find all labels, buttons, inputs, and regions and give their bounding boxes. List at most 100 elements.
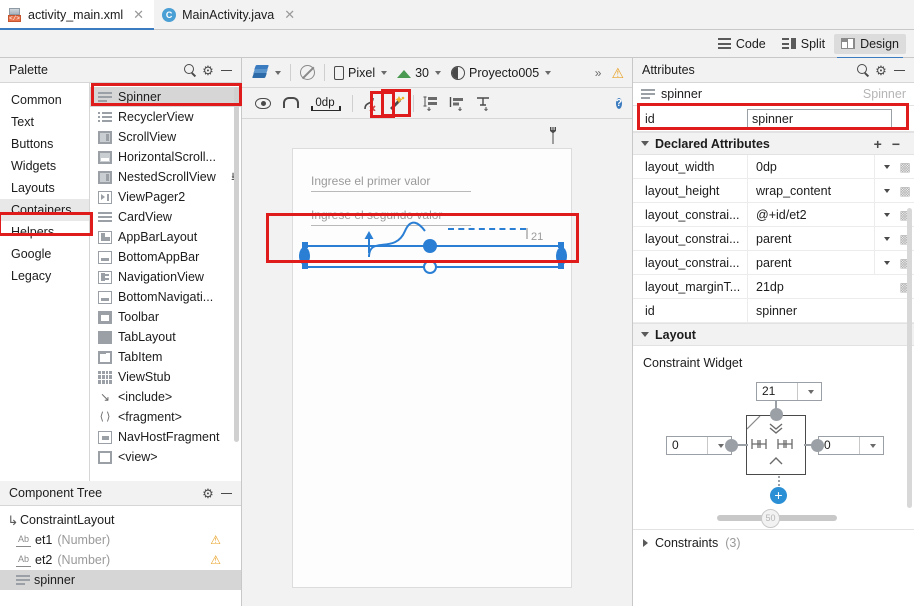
margin-right-value[interactable]: 0: [819, 437, 859, 454]
constraint-anchor-top-handle[interactable]: [769, 408, 783, 421]
palette-item-viewstub[interactable]: ViewStub: [90, 367, 241, 387]
dropdown-button[interactable]: [874, 251, 896, 274]
mode-design-button[interactable]: Design: [834, 33, 906, 59]
tree-item-spinner[interactable]: spinner: [0, 570, 241, 590]
tab-mainactivity-java[interactable]: C MainActivity.java ✕: [154, 0, 305, 29]
palette-search-button[interactable]: [181, 61, 199, 79]
palette-item-tabitem[interactable]: TabItem: [90, 347, 241, 367]
tree-item-et2[interactable]: Ab et2 (Number) ⚠: [0, 550, 241, 570]
constraint-anchor-right[interactable]: [556, 247, 567, 265]
dropdown-button[interactable]: [874, 203, 896, 226]
component-tree-settings-button[interactable]: ⚙: [199, 484, 217, 502]
palette-item-navigationview[interactable]: NavigationView: [90, 267, 241, 287]
palette-item-nestedscrollview[interactable]: NestedScrollView ⭳: [90, 167, 241, 187]
design-canvas[interactable]: Ingrese el primer valor Ingrese el segun…: [242, 119, 632, 606]
mode-split-button[interactable]: Split: [775, 34, 832, 54]
palette-item-bottomappbar[interactable]: BottomAppBar: [90, 247, 241, 267]
height-wrap-content-icon-top[interactable]: [769, 422, 783, 434]
tab-activity-main-xml[interactable]: </> activity_main.xml ✕: [0, 0, 155, 30]
clear-constraints-button[interactable]: [357, 91, 383, 115]
blueprint-toggle-button[interactable]: [295, 63, 320, 82]
close-icon[interactable]: ✕: [133, 8, 144, 21]
attributes-scrollbar[interactable]: [907, 208, 912, 508]
palette-category-containers[interactable]: Containers: [0, 199, 89, 221]
component-tree-minimize-button[interactable]: [217, 484, 235, 502]
attribute-row-layout-constraint-3[interactable]: layout_constrai... parent ▩: [633, 251, 914, 275]
default-margin-button[interactable]: 0dp: [302, 91, 348, 115]
palette-item-bottomnavigationview[interactable]: BottomNavigati...: [90, 287, 241, 307]
palette-category-text[interactable]: Text: [0, 111, 89, 133]
tree-item-et1[interactable]: Ab et1 (Number) ⚠: [0, 530, 241, 550]
palette-category-widgets[interactable]: Widgets: [0, 155, 89, 177]
constraint-anchor-right-handle[interactable]: [811, 438, 824, 452]
device-selector[interactable]: Pixel: [329, 64, 392, 82]
constraint-anchor-left[interactable]: [299, 247, 310, 265]
palette-scrollbar[interactable]: [234, 87, 239, 442]
autoconnect-button[interactable]: [276, 91, 302, 115]
design-tools-button[interactable]: [547, 127, 559, 147]
resource-picker-icon[interactable]: ▩: [896, 184, 914, 198]
layout-section-header[interactable]: Layout: [633, 323, 914, 346]
palette-category-google[interactable]: Google: [0, 243, 89, 265]
attribute-row-layout-height[interactable]: layout_height wrap_content ▩: [633, 179, 914, 203]
render-mode-button[interactable]: [248, 63, 286, 82]
dropdown-button[interactable]: [874, 227, 896, 250]
palette-item-recyclerview[interactable]: RecyclerView: [90, 107, 241, 127]
palette-item-appbarlayout[interactable]: AppBarLayout: [90, 227, 241, 247]
attribute-row-layout-margintop[interactable]: layout_marginT... 21dp ▩: [633, 275, 914, 299]
dropdown-button[interactable]: [874, 179, 896, 202]
remove-attribute-button[interactable]: −: [892, 136, 900, 152]
align-button[interactable]: [444, 91, 470, 115]
palette-item-spinner[interactable]: Spinner: [90, 87, 241, 107]
help-button[interactable]: ?: [615, 95, 632, 111]
close-icon[interactable]: ✕: [284, 8, 295, 21]
issues-button[interactable]: ⚠: [606, 64, 632, 82]
height-wrap-content-icon-bottom[interactable]: [769, 455, 783, 467]
attribute-row-layout-width[interactable]: layout_width 0dp ▩: [633, 155, 914, 179]
margin-left-stepper[interactable]: 0: [666, 436, 732, 455]
palette-category-common[interactable]: Common: [0, 89, 89, 111]
dropdown-button[interactable]: [859, 437, 883, 454]
mode-code-button[interactable]: Code: [711, 34, 773, 54]
palette-category-buttons[interactable]: Buttons: [0, 133, 89, 155]
palette-category-legacy[interactable]: Legacy: [0, 265, 89, 287]
palette-item-horizontalscrollview[interactable]: HorizontalScroll...: [90, 147, 241, 167]
palette-item-toolbar[interactable]: Toolbar: [90, 307, 241, 327]
add-bottom-constraint-button[interactable]: +: [770, 487, 787, 504]
device-preview[interactable]: Ingrese el primer valor Ingrese el segun…: [292, 148, 572, 588]
attributes-minimize-button[interactable]: [890, 61, 908, 79]
margin-right-stepper[interactable]: 0: [818, 436, 884, 455]
dropdown-button[interactable]: [797, 383, 821, 400]
margin-top-value[interactable]: 21: [757, 383, 797, 400]
width-match-constraint-icon[interactable]: [750, 438, 802, 450]
constraints-section-header[interactable]: Constraints (3): [633, 529, 914, 555]
margin-top-stepper[interactable]: 21: [756, 382, 822, 401]
id-input[interactable]: [747, 109, 892, 128]
api-level-selector[interactable]: 30: [392, 64, 446, 82]
vertical-bias-thumb[interactable]: 50: [761, 509, 780, 528]
palette-item-fragment[interactable]: ⟨ ⟩ <fragment>: [90, 407, 241, 427]
resource-picker-icon[interactable]: ▩: [896, 160, 914, 174]
palette-item-navhostfragment[interactable]: NavHostFragment: [90, 427, 241, 447]
pack-button[interactable]: [418, 91, 444, 115]
palette-item-view[interactable]: <view>: [90, 447, 241, 467]
tree-item-constraintlayout[interactable]: ↳ ConstraintLayout: [0, 510, 241, 530]
toolbar-overflow-button[interactable]: »: [590, 64, 607, 82]
add-attribute-button[interactable]: +: [874, 136, 882, 152]
attributes-settings-button[interactable]: ⚙: [872, 61, 890, 79]
palette-item-cardview[interactable]: CardView: [90, 207, 241, 227]
palette-category-helpers[interactable]: Helpers: [0, 221, 89, 243]
attributes-search-button[interactable]: [854, 61, 872, 79]
constraint-anchor-left-handle[interactable]: [725, 438, 738, 452]
palette-settings-button[interactable]: ⚙: [199, 61, 217, 79]
infer-constraints-button[interactable]: [381, 89, 411, 117]
attribute-row-layout-constraint-2[interactable]: layout_constrai... parent ▩: [633, 227, 914, 251]
palette-minimize-button[interactable]: [217, 61, 235, 79]
margin-left-value[interactable]: 0: [667, 437, 707, 454]
selected-spinner-widget[interactable]: 21: [293, 149, 573, 589]
dropdown-button[interactable]: [874, 155, 896, 178]
palette-item-scrollview[interactable]: ScrollView: [90, 127, 241, 147]
show-constraints-button[interactable]: [250, 91, 276, 115]
attribute-row-id[interactable]: id spinner: [633, 299, 914, 323]
theme-selector[interactable]: Proyecto005: [446, 64, 556, 82]
